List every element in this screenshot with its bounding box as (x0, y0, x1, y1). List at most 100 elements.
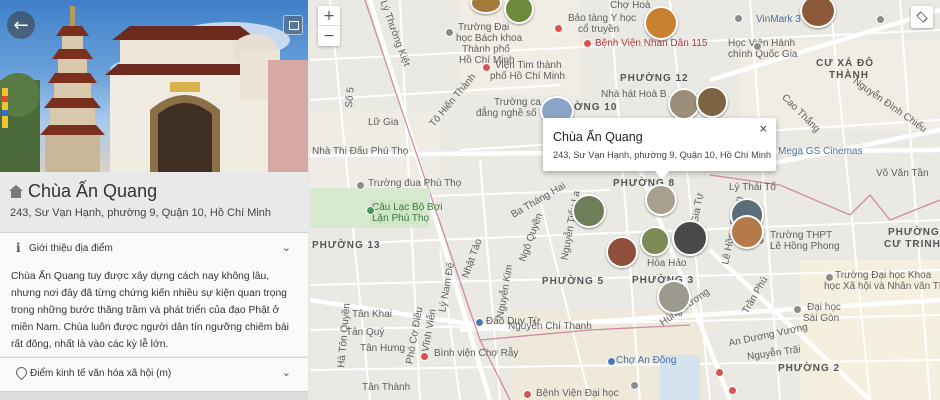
back-arrow-icon[interactable]: ← (7, 11, 35, 39)
map-label: học Bách khoa (456, 33, 523, 44)
map-label: học Xã hội và Nhân văn TPHCM (824, 281, 940, 292)
layers-icon[interactable] (911, 6, 933, 28)
map-label: PHƯỜNG 12 (620, 73, 689, 84)
map-label: Lê Hồng Phong (770, 241, 840, 252)
image-gallery-icon[interactable] (283, 15, 303, 35)
map-label: PHƯỜNG 2 (778, 363, 841, 374)
map-label: Trường ca (494, 97, 541, 108)
map-label: Bảo tàng Y học (568, 13, 637, 24)
map-label: Bệnh Viện Đại học (536, 388, 619, 399)
home-icon (9, 184, 23, 199)
hospital-poi-icon[interactable] (583, 39, 592, 48)
map-label: Lý Thái Tổ (729, 182, 776, 193)
place-header: Chùa Ấn Quang 243, Sư Vạn Hạnh, phường 9… (0, 172, 308, 222)
close-icon[interactable]: × (759, 122, 768, 135)
place-photo-marker[interactable] (644, 6, 678, 40)
map-label: Viện Tim thành (495, 60, 562, 71)
map-label: ỜNG 10 (574, 102, 618, 113)
school-poi-icon[interactable] (753, 42, 762, 51)
stadium-poi-icon[interactable] (356, 181, 365, 190)
place-photo-marker[interactable] (645, 184, 677, 216)
place-photo-marker[interactable] (696, 86, 728, 118)
map-view[interactable]: Trường Đại học Bách khoa Thành phố Hồ Ch… (310, 0, 940, 400)
map-label: Đại học (807, 302, 841, 313)
hospital-poi-icon[interactable] (523, 390, 532, 399)
map-info-window: Chùa Ấn Quang 243, Sư Vạn Hạnh, phường 9… (543, 118, 776, 179)
hospital-poi-icon[interactable] (420, 352, 429, 361)
map-label: Trường Đại học Khoa (835, 270, 932, 281)
map-label: phố Hồ Chí Minh (490, 71, 566, 82)
map-label: Mega GS Cinemas (778, 146, 863, 157)
nearby-section[interactable]: Điểm kinh tế văn hóa xã hội (m) ⌄ (0, 357, 308, 391)
map-label: Trường THPT (770, 230, 833, 241)
map-label: Lặn Phú Thọ (372, 213, 430, 224)
museum-poi-icon[interactable] (554, 24, 563, 33)
map-label: VinMark 3 (756, 14, 801, 25)
hospital-poi-icon[interactable] (728, 386, 737, 395)
map-label: PHƯỜNG 13 (312, 240, 381, 251)
place-photo-marker[interactable] (606, 236, 638, 268)
map-label: CƯ TRINH (884, 239, 940, 250)
info-icon (16, 241, 22, 255)
place-photo-marker[interactable] (640, 226, 670, 256)
map-pin-icon (16, 367, 25, 379)
market-poi-icon[interactable] (607, 357, 616, 366)
place-photo-marker[interactable] (572, 194, 606, 228)
nearby-section-label: Điểm kinh tế văn hóa xã hội (m) (30, 368, 172, 379)
map-label: Trường đua Phú Thọ (368, 178, 462, 189)
hospital-poi-icon[interactable] (482, 63, 491, 72)
map-label: cổ truyền (578, 24, 620, 35)
map-label: Hòa Hảo (647, 258, 687, 269)
map-label: Tân Hưng (360, 343, 406, 354)
map-label: Bệnh Viện Nhân Dân 115 (595, 38, 708, 49)
map-label: Bình viện Chợ Rẫy (434, 348, 519, 359)
place-detail-panel: ← Chùa Ấn Quang 243, Sư Vạn Hạnh, phường… (0, 0, 308, 400)
place-photo-marker[interactable] (657, 280, 691, 314)
intro-section-header[interactable]: Giới thiệu địa điểm ⌄ (0, 233, 308, 264)
place-title: Chùa Ấn Quang (28, 181, 158, 201)
place-address: 243, Sư Vạn Hạnh, phường 9, Quận 10, Hồ … (10, 207, 272, 219)
map-label: Tân Khai (352, 309, 393, 320)
pagoda-illustration (0, 6, 308, 172)
map-label: Đào Duy Từ (486, 316, 541, 327)
map-label: Nhà Thi Đấu Phú Thọ (312, 146, 409, 157)
hospital-poi-icon[interactable] (715, 368, 724, 377)
poi-icon[interactable] (475, 318, 484, 327)
map-label: PHƯỜNG (888, 227, 940, 238)
school-poi-icon[interactable] (793, 305, 802, 314)
map-label: Chợ Hoà (610, 0, 651, 11)
map-label: đẳng nghề số (476, 108, 537, 119)
school-poi-icon[interactable] (445, 28, 454, 37)
zoom-in-button[interactable]: + (318, 6, 340, 26)
place-photo-marker[interactable] (672, 220, 708, 256)
map-label: chính Quốc Gia (728, 49, 798, 60)
chevron-down-icon[interactable]: ⌄ (282, 241, 291, 254)
map-label: Câu Lạc Bộ Bơi (372, 202, 443, 213)
chevron-down-icon[interactable]: ⌄ (282, 366, 291, 379)
map-label: Chợ An Đông (616, 355, 677, 366)
map-label: Tân Quý (346, 327, 385, 338)
map-label: Tân Thành (362, 382, 411, 393)
map-label: Số 5 (343, 86, 357, 109)
school-poi-icon[interactable] (825, 273, 834, 282)
map-label: Võ Văn Tần (876, 168, 929, 179)
zoom-out-button[interactable]: − (318, 26, 340, 46)
intro-description: Chùa Ấn Quang tuy được xây dựng cách nay… (11, 271, 289, 351)
intro-section-label: Giới thiệu địa điểm (29, 243, 113, 254)
map-label: Lữ Gia (368, 117, 399, 128)
place-title-row: Chùa Ấn Quang (9, 181, 157, 202)
map-label: Nhà hát Hoà B (601, 89, 667, 100)
place-photo-marker[interactable] (730, 215, 764, 249)
map-label: CƯ XÁ ĐÔ (816, 58, 874, 69)
poi-icon[interactable] (630, 381, 639, 390)
poi-icon[interactable] (876, 15, 885, 24)
map-label: PHƯỜNG 5 (542, 276, 605, 287)
panel-footer (0, 391, 308, 400)
map-label: Thành phố (462, 44, 510, 55)
info-window-title: Chùa Ấn Quang (553, 130, 643, 144)
map-label: Trường Đại (458, 22, 510, 33)
shop-poi-icon[interactable] (734, 14, 743, 23)
park-poi-icon[interactable] (366, 206, 375, 215)
info-window-address: 243, Sư Vạn Hạnh, phường 9, Quận 10, Hồ … (553, 150, 772, 160)
zoom-control: + − (318, 6, 340, 46)
